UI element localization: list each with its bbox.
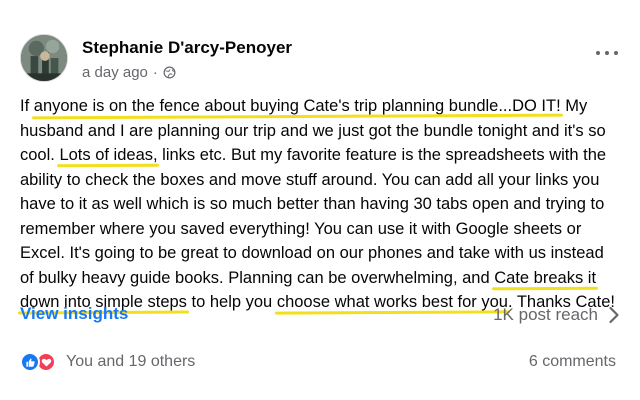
- body-line: of bulky heavy guide books. Planning can…: [20, 266, 628, 291]
- body-line: ability to check the boxes and move stuf…: [20, 168, 628, 193]
- avatar-image: [21, 35, 67, 81]
- body-text-segment: husband and I are planning our trip and …: [20, 121, 606, 140]
- globe-icon[interactable]: [163, 66, 176, 79]
- chevron-right-icon[interactable]: [608, 306, 620, 324]
- insights-row: View insights 1K post reach: [20, 302, 620, 328]
- body-text-segment: Excel. It's going to be great to downloa…: [20, 244, 604, 262]
- reactions-summary[interactable]: You and 19 others: [66, 353, 195, 371]
- body-text-segment: If: [20, 97, 34, 115]
- post-header: Stephanie D'arcy-Penoyer a day ago ·: [20, 32, 620, 84]
- more-options-icon[interactable]: [596, 48, 618, 58]
- reactions-row: You and 19 others 6 comments: [20, 350, 620, 374]
- body-line: have to it as well which is so much bett…: [20, 192, 628, 217]
- facebook-post: Stephanie D'arcy-Penoyer a day ago · If …: [0, 0, 640, 400]
- body-line: Excel. It's going to be great to downloa…: [20, 241, 628, 266]
- view-insights-link[interactable]: View insights: [20, 304, 128, 324]
- post-reach-count[interactable]: 1K post reach: [493, 305, 598, 325]
- post-meta: a day ago ·: [82, 64, 176, 81]
- highlighted-phrase: Lots of ideas,: [59, 146, 158, 164]
- body-text-segment: ability to check the boxes and move stuf…: [20, 170, 600, 189]
- body-line: If anyone is on the fence about buying C…: [20, 94, 628, 119]
- reaction-icons[interactable]: [20, 352, 62, 372]
- meta-separator: ·: [152, 64, 158, 81]
- body-text-segment: of bulky heavy guide books. Planning can…: [20, 268, 495, 287]
- post-timestamp[interactable]: a day ago: [82, 64, 148, 81]
- highlighted-phrase: Cate breaks it: [494, 268, 597, 287]
- post-body-text: If anyone is on the fence about buying C…: [20, 94, 628, 315]
- body-line: cool. Lots of ideas, links etc. But my f…: [20, 143, 628, 168]
- body-line: remember where you saved everything! You…: [20, 217, 628, 242]
- body-line: husband and I are planning our trip and …: [20, 119, 628, 144]
- comments-count[interactable]: 6 comments: [529, 353, 616, 371]
- author-avatar[interactable]: [20, 34, 68, 82]
- body-text-segment: links etc. But my favorite feature is th…: [157, 146, 607, 164]
- highlighted-phrase: anyone is on the fence about buying Cate…: [33, 97, 561, 115]
- body-text-segment: My: [560, 97, 588, 115]
- body-text-segment: cool.: [20, 146, 60, 164]
- like-reaction-icon[interactable]: [20, 352, 40, 372]
- author-name[interactable]: Stephanie D'arcy-Penoyer: [82, 38, 292, 58]
- body-text-segment: remember where you saved everything! You…: [20, 219, 582, 238]
- body-text-segment: have to it as well which is so much bett…: [20, 195, 605, 213]
